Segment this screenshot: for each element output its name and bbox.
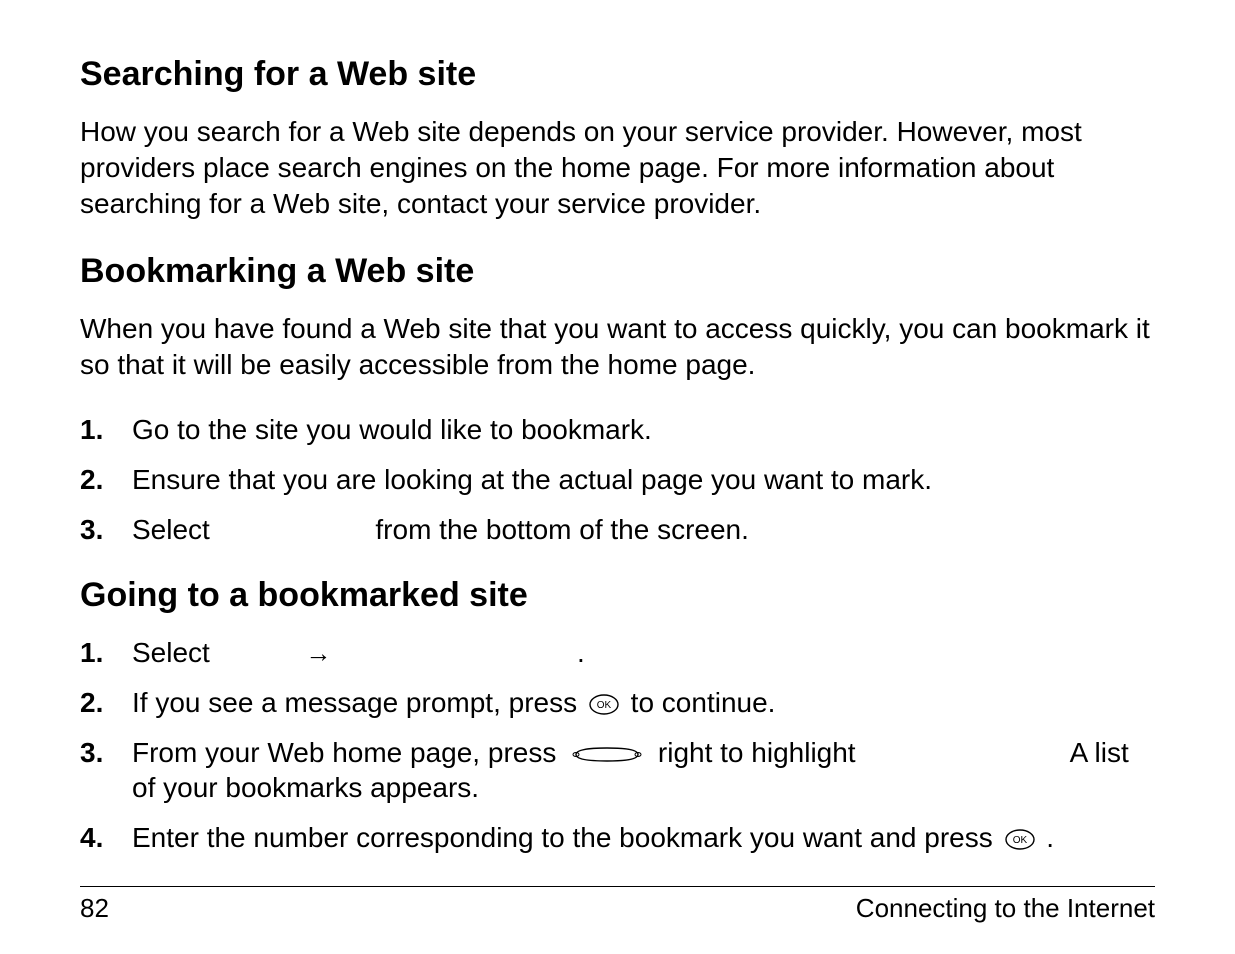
- step-text-part: right to highlight: [658, 737, 863, 768]
- step-text: Go to the site you would like to bookmar…: [132, 412, 1155, 448]
- step-text-part: If you see a message prompt, press: [132, 687, 585, 718]
- step-text: Ensure that you are looking at the actua…: [132, 462, 1155, 498]
- list-item: 3. Select from the bottom of the screen.: [80, 512, 1155, 548]
- heading-bookmarking: Bookmarking a Web site: [80, 252, 1155, 291]
- manual-page: Searching for a Web site How you search …: [0, 0, 1235, 954]
- heading-searching: Searching for a Web site: [80, 55, 1155, 94]
- step-number: 3.: [80, 735, 132, 771]
- paragraph-searching: How you search for a Web site depends on…: [80, 114, 1155, 221]
- step-text: Select → .: [132, 635, 1155, 671]
- steps-bookmarking: 1. Go to the site you would like to book…: [80, 412, 1155, 547]
- paragraph-bookmarking-intro: When you have found a Web site that you …: [80, 311, 1155, 383]
- page-footer: 82 Connecting to the Internet: [80, 886, 1155, 924]
- step-number: 1.: [80, 635, 132, 671]
- scroll-key-icon: [568, 744, 646, 765]
- heading-going-bookmarked: Going to a bookmarked site: [80, 576, 1155, 615]
- step-number: 1.: [80, 412, 132, 448]
- step-text: From your Web home page, press right to …: [132, 735, 1155, 807]
- step-text: Enter the number corresponding to the bo…: [132, 820, 1155, 856]
- steps-going-bookmarked: 1. Select → . 2. If you see a message pr…: [80, 635, 1155, 856]
- list-item: 1. Select → .: [80, 635, 1155, 671]
- step-text-part: Select: [132, 514, 218, 545]
- list-item: 2. Ensure that you are looking at the ac…: [80, 462, 1155, 498]
- chapter-title: Connecting to the Internet: [856, 893, 1155, 924]
- step-text-part: .: [577, 637, 585, 668]
- step-text-part: from the bottom of the screen.: [375, 514, 749, 545]
- step-text-part: .: [1046, 822, 1054, 853]
- step-number: 2.: [80, 685, 132, 721]
- arrow-right-icon: →: [305, 638, 331, 668]
- ok-button-icon: OK: [1005, 829, 1035, 850]
- step-text: Select from the bottom of the screen.: [132, 512, 1155, 548]
- list-item: 4. Enter the number corresponding to the…: [80, 820, 1155, 856]
- step-text-part: Enter the number corresponding to the bo…: [132, 822, 1001, 853]
- step-number: 4.: [80, 820, 132, 856]
- list-item: 3. From your Web home page, press right …: [80, 735, 1155, 807]
- page-content: Searching for a Web site How you search …: [80, 55, 1155, 886]
- step-text-part: Select: [132, 637, 218, 668]
- step-text-part: to continue.: [631, 687, 776, 718]
- svg-text:OK: OK: [1012, 835, 1027, 846]
- page-number: 82: [80, 893, 109, 924]
- list-item: 1. Go to the site you would like to book…: [80, 412, 1155, 448]
- step-number: 2.: [80, 462, 132, 498]
- step-number: 3.: [80, 512, 132, 548]
- step-text-part: From your Web home page, press: [132, 737, 564, 768]
- svg-text:OK: OK: [597, 700, 612, 711]
- step-text: If you see a message prompt, press OK to…: [132, 685, 1155, 721]
- ok-button-icon: OK: [589, 694, 619, 715]
- list-item: 2. If you see a message prompt, press OK…: [80, 685, 1155, 721]
